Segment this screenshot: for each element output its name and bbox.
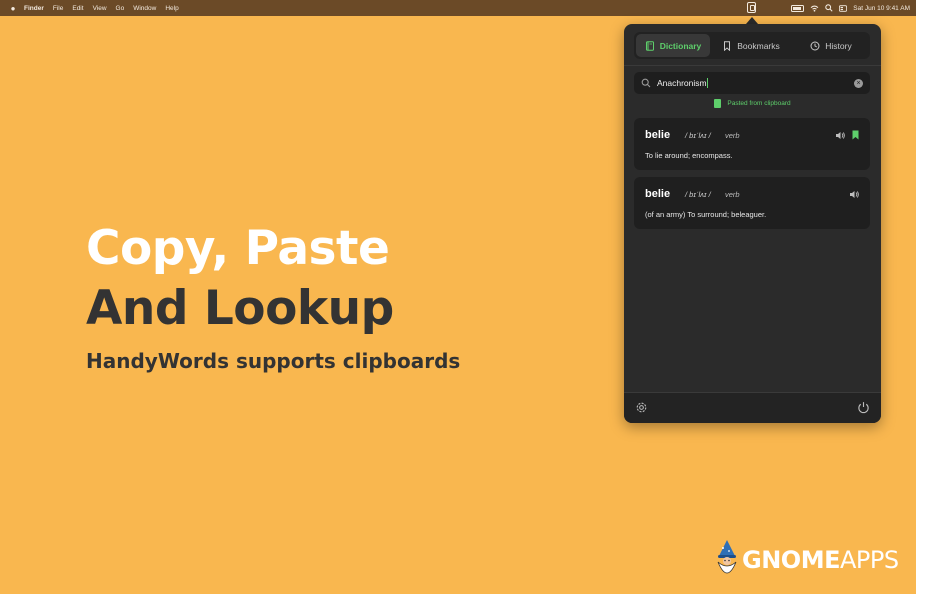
desktop-background: ● Finder File Edit View Go Window Help S…: [0, 0, 916, 594]
headline: Copy, Paste And Lookup HandyWords suppor…: [86, 219, 460, 373]
brand-wordmark: GNOMEAPPS: [742, 546, 899, 574]
handywords-menubar-icon[interactable]: [747, 2, 756, 13]
handywords-popover: Dictionary Bookmarks History Anachronism…: [624, 24, 881, 423]
text-cursor: [706, 78, 708, 89]
search-input-value: Anachronism: [657, 77, 707, 88]
brand-part-2: APPS: [839, 546, 899, 574]
tab-bookmarks[interactable]: Bookmarks: [712, 34, 790, 57]
search-field[interactable]: Anachronism ×: [634, 72, 870, 94]
result-word: belie: [645, 188, 671, 200]
wizard-gnome-icon: [717, 540, 737, 574]
menu-go[interactable]: Go: [116, 5, 125, 12]
search-icon: [641, 78, 651, 88]
speaker-icon[interactable]: [849, 190, 859, 199]
divider: [624, 65, 881, 66]
menu-bar: ● Finder File Edit View Go Window Help S…: [0, 0, 916, 16]
menu-view[interactable]: View: [93, 5, 107, 12]
spotlight-search-icon[interactable]: [825, 4, 833, 12]
tab-dictionary-label: Dictionary: [659, 40, 702, 51]
result-part-of-speech: verb: [725, 131, 740, 140]
result-part-of-speech: verb: [725, 190, 740, 199]
menu-edit[interactable]: Edit: [72, 5, 83, 12]
result-definition: To lie around; encompass.: [645, 151, 733, 160]
tab-history-label: History: [825, 40, 852, 51]
result-card[interactable]: belie / bɪˈlʌɪ / verb (of an army) To su…: [634, 177, 870, 229]
bookmark-filled-icon[interactable]: [852, 130, 859, 140]
pasted-note: Pasted from clipboard: [624, 99, 881, 108]
clipboard-icon: [714, 99, 722, 108]
menu-file[interactable]: File: [53, 5, 63, 12]
search-input[interactable]: Anachronism: [657, 78, 854, 89]
tab-bar: Dictionary Bookmarks History: [634, 32, 870, 59]
clear-search-icon[interactable]: ×: [854, 78, 863, 88]
popover-caret: [746, 17, 758, 24]
bookmark-icon: [724, 40, 731, 51]
history-icon: [810, 41, 820, 50]
pasted-note-text: Pasted from clipboard: [727, 100, 791, 107]
headline-subline: HandyWords supports clipboards: [86, 349, 461, 373]
gnomeapps-logo: GNOMEAPPS: [714, 540, 904, 580]
brand-part-1: GNOME: [742, 546, 840, 574]
wifi-icon[interactable]: [810, 5, 819, 12]
result-phonetic: / bɪˈlʌɪ /: [685, 190, 711, 199]
power-icon[interactable]: [857, 401, 870, 414]
result-word: belie: [645, 129, 671, 141]
menu-app-name[interactable]: Finder: [24, 5, 44, 12]
speaker-icon[interactable]: [835, 131, 845, 140]
result-card[interactable]: belie / bɪˈlʌɪ / verb To lie around; enc…: [634, 118, 870, 170]
battery-icon[interactable]: [791, 4, 805, 12]
control-center-icon[interactable]: [839, 4, 848, 12]
book-icon: [645, 40, 654, 51]
menubar-clock[interactable]: Sat Jun 10 9:41 AM: [853, 5, 910, 12]
tab-history[interactable]: History: [792, 34, 870, 57]
menu-help[interactable]: Help: [165, 5, 178, 12]
headline-line-1: Copy, Paste: [86, 221, 390, 276]
result-phonetic: / bɪˈlʌɪ /: [685, 131, 711, 140]
tab-dictionary[interactable]: Dictionary: [636, 34, 710, 57]
headline-line-2: And Lookup: [86, 281, 394, 336]
popover-footer: [624, 392, 881, 423]
tab-bookmarks-label: Bookmarks: [737, 40, 780, 51]
apple-menu-icon[interactable]: ●: [8, 4, 18, 13]
result-definition: (of an army) To surround; beleaguer.: [645, 210, 767, 219]
menu-window[interactable]: Window: [133, 5, 156, 12]
gear-icon[interactable]: [635, 401, 648, 414]
